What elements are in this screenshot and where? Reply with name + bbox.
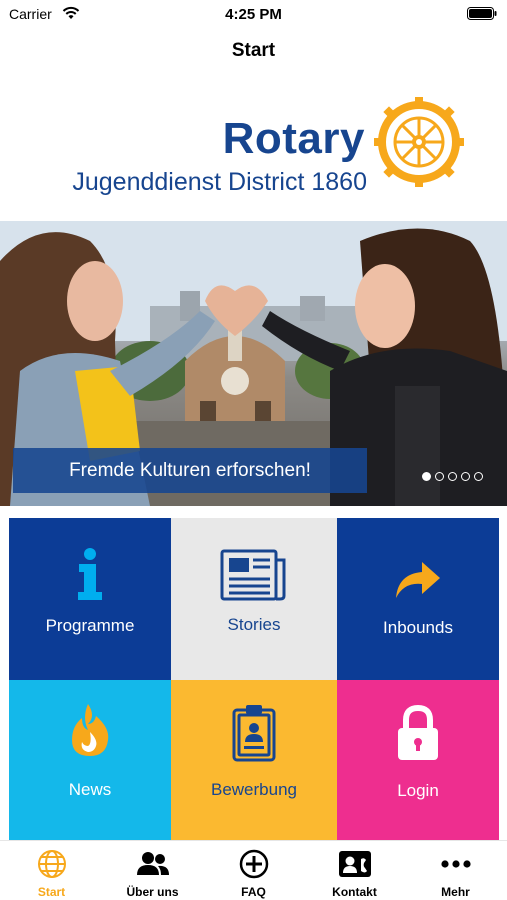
- carousel-page-indicator[interactable]: [422, 472, 483, 481]
- tab-kontakt[interactable]: Kontakt: [304, 841, 405, 900]
- tab-label: FAQ: [241, 885, 266, 899]
- programme-label: Programme: [45, 616, 135, 635]
- news-label: News: [68, 780, 112, 799]
- rotary-logo: Rotary Jugenddienst District 1860: [0, 92, 507, 214]
- tab-label: Start: [37, 885, 66, 899]
- rotary-wheel-icon: [374, 97, 464, 187]
- page-dot[interactable]: [474, 472, 483, 481]
- globe-icon: [37, 850, 66, 878]
- logo-subtitle: Jugenddienst District 1860: [72, 168, 367, 196]
- clock: 4:25 PM: [225, 6, 282, 23]
- hero-caption: Fremde Kulturen erforschen!: [13, 448, 367, 493]
- lock-icon: [398, 704, 438, 760]
- login-label: Login: [397, 781, 439, 800]
- bewerbung-tile[interactable]: Bewerbung: [171, 680, 337, 840]
- tab-label: Kontakt: [332, 885, 377, 899]
- contact-card-icon: [338, 851, 371, 877]
- tab-label: Über uns: [126, 885, 179, 899]
- flame-icon: [72, 704, 109, 756]
- tab-faq[interactable]: FAQ: [203, 841, 304, 900]
- newspaper-icon: [220, 549, 286, 601]
- tab-ueber-uns[interactable]: Über uns: [102, 841, 203, 900]
- more-dots-icon: [440, 860, 471, 868]
- group-icon: [136, 852, 169, 875]
- stories-label: Stories: [227, 615, 281, 634]
- tab-start[interactable]: Start: [1, 841, 102, 900]
- share-arrow-icon: [396, 562, 440, 598]
- bewerbung-label: Bewerbung: [210, 780, 297, 799]
- tab-bar: Start Über uns FAQ Kontakt Mehr: [0, 840, 507, 900]
- battery-icon: [467, 7, 497, 20]
- hero-carousel[interactable]: Fremde Kulturen erforschen!: [0, 221, 507, 506]
- login-tile[interactable]: Login: [337, 680, 499, 840]
- info-icon: [78, 548, 102, 600]
- page-dot[interactable]: [435, 472, 444, 481]
- tab-label: Mehr: [441, 885, 470, 899]
- plus-circle-icon: [239, 849, 268, 879]
- page-title: Start: [231, 40, 276, 61]
- news-tile[interactable]: News: [9, 680, 171, 840]
- page-dot[interactable]: [422, 472, 431, 481]
- status-bar: Carrier 4:25 PM: [0, 0, 507, 28]
- menu-grid: Programme Stories Inbounds News Bewerbun…: [9, 518, 499, 840]
- tab-mehr[interactable]: Mehr: [405, 841, 506, 900]
- page-dot[interactable]: [461, 472, 470, 481]
- inbounds-tile[interactable]: Inbounds: [337, 518, 499, 680]
- inbounds-label: Inbounds: [383, 618, 453, 637]
- stories-tile[interactable]: Stories: [171, 518, 337, 680]
- logo-brand: Rotary: [222, 114, 365, 163]
- page-dot[interactable]: [448, 472, 457, 481]
- id-badge-icon: [232, 705, 276, 762]
- programme-tile[interactable]: Programme: [9, 518, 171, 680]
